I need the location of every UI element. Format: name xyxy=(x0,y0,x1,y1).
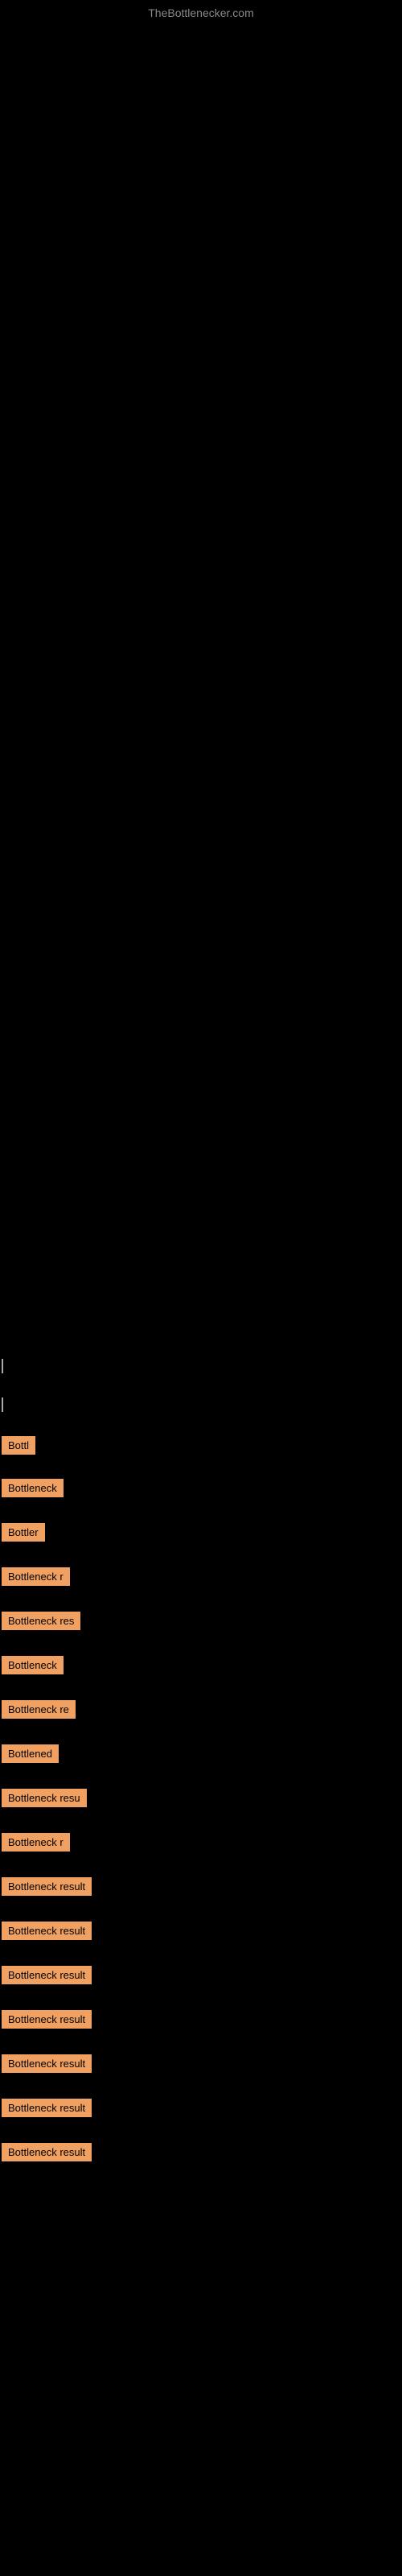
bottleneck-item-12[interactable]: Bottleneck result xyxy=(2,1922,92,1940)
bottleneck-item-6[interactable]: Bottleneck xyxy=(2,1656,64,1674)
bottleneck-item-13[interactable]: Bottleneck result xyxy=(2,1966,92,1984)
bottleneck-item-8[interactable]: Bottlened xyxy=(2,1744,59,1763)
bottleneck-item-9[interactable]: Bottleneck resu xyxy=(2,1789,87,1807)
bottleneck-item-5[interactable]: Bottleneck res xyxy=(2,1612,80,1630)
bottleneck-item-16[interactable]: Bottleneck result xyxy=(2,2099,92,2117)
cursor-indicator-1 xyxy=(2,1359,3,1373)
bottleneck-item-2[interactable]: Bottleneck xyxy=(2,1479,64,1497)
bottleneck-item-14[interactable]: Bottleneck result xyxy=(2,2010,92,2029)
bottleneck-item-1[interactable]: Bottl xyxy=(2,1436,35,1455)
chart-area xyxy=(0,23,402,1359)
bottleneck-item-15[interactable]: Bottleneck result xyxy=(2,2054,92,2073)
site-title: TheBottlenecker.com xyxy=(0,0,402,23)
bottleneck-item-10[interactable]: Bottleneck r xyxy=(2,1833,70,1852)
bottleneck-item-4[interactable]: Bottleneck r xyxy=(2,1567,70,1586)
bottleneck-item-11[interactable]: Bottleneck result xyxy=(2,1877,92,1896)
bottleneck-item-7[interactable]: Bottleneck re xyxy=(2,1700,76,1719)
bottleneck-item-17[interactable]: Bottleneck result xyxy=(2,2143,92,2161)
cursor-indicator-2 xyxy=(2,1397,3,1412)
bottleneck-item-3[interactable]: Bottler xyxy=(2,1523,45,1542)
